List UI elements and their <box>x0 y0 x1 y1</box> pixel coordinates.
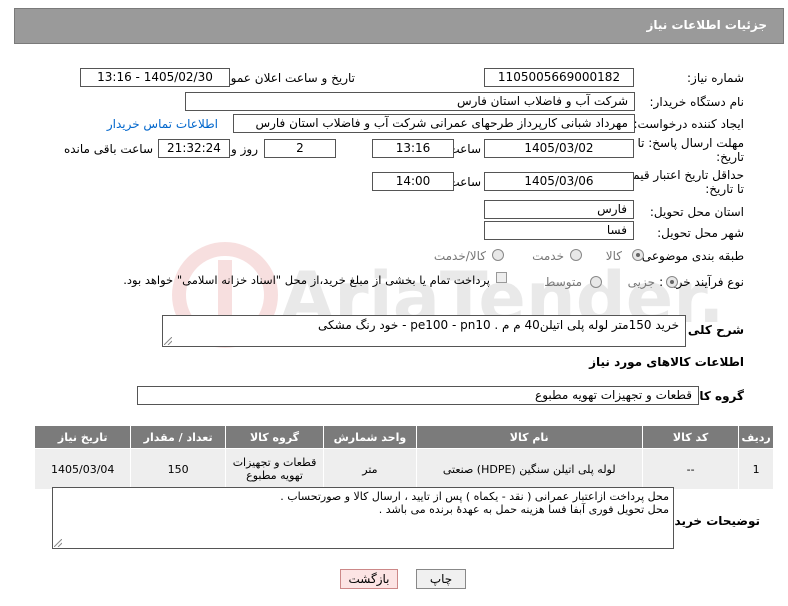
print-button[interactable]: چاپ <box>416 569 466 589</box>
province-field: فارس <box>484 200 634 219</box>
creator-field: مهرداد شبانی کارپرداز طرحهای عمرانی شرکت… <box>233 114 635 133</box>
description-field: خرید 150متر لوله پلی اتیلن40 م م . pe100… <box>162 315 686 347</box>
col-date: تاریخ نیاز <box>33 425 132 449</box>
cell-row: 1 <box>738 448 774 490</box>
process-option-minor: جزیی <box>627 275 655 289</box>
validity-time-field: 14:00 <box>372 172 454 191</box>
col-code: کد کالا <box>641 425 740 449</box>
cell-date: 1405/03/04 <box>33 448 132 490</box>
category-option-goods: کالا <box>605 249 622 263</box>
remaining-time-field: 21:32:24 <box>158 139 230 158</box>
category-radio-goods[interactable] <box>632 249 644 261</box>
notes-resize-grip-icon[interactable] <box>54 539 62 547</box>
treasury-checkbox[interactable] <box>496 272 507 283</box>
need-number-field: 1105005669000182 <box>484 68 634 87</box>
category-option-both: کالا/خدمت <box>433 249 486 263</box>
buyer-notes-field: محل پرداخت ازاعتبار عمرانی ( نقد - یکماه… <box>52 487 674 549</box>
deadline-label-date: تاریخ: <box>716 150 744 164</box>
cell-unit: متر <box>323 448 417 490</box>
days-field: 2 <box>264 139 336 158</box>
category-radio-service[interactable] <box>570 249 582 261</box>
process-radio-medium[interactable] <box>590 276 602 288</box>
cell-code: -- <box>641 448 740 490</box>
goods-group-field: قطعات و تجهیزات تهویه مطبوع <box>137 386 699 405</box>
deadline-time-field: 13:16 <box>372 139 454 158</box>
cell-qty: 150 <box>130 448 226 490</box>
col-unit: واحد شمارش <box>323 425 417 449</box>
deadline-label: مهلت ارسال پاسخ: تا <box>637 136 744 150</box>
goods-section-title: اطلاعات کالاهای مورد نیاز <box>589 355 744 369</box>
payment-note: پرداخت تمام یا بخشی از مبلغ خرید،از محل … <box>123 273 490 287</box>
deadline-date-field: 1405/03/02 <box>484 139 634 158</box>
remaining-label: ساعت باقی مانده <box>63 142 153 156</box>
buyer-org-label: نام دستگاه خریدار: <box>649 95 745 109</box>
cell-name: لوله پلی اتیلن سنگین (HDPE) صنعتی <box>415 448 643 490</box>
category-radio-both[interactable] <box>492 249 504 261</box>
col-qty: تعداد / مقدار <box>130 425 226 449</box>
contact-info-link[interactable]: اطلاعات تماس خریدار <box>107 117 218 131</box>
buyer-notes-line-1: محل پرداخت ازاعتبار عمرانی ( نقد - یکماه… <box>280 490 669 503</box>
col-group: گروه کالا <box>224 425 325 449</box>
validity-date-field: 1405/03/06 <box>484 172 634 191</box>
category-option-service: خدمت <box>532 249 564 263</box>
days-label: روز و <box>231 142 258 156</box>
col-name: نام کالا <box>415 425 643 449</box>
cell-group: قطعات و تجهیزات تهویه مطبوع <box>224 448 325 490</box>
category-label: طبقه بندی موضوعی: <box>637 249 744 263</box>
process-radio-minor[interactable] <box>666 276 678 288</box>
process-option-medium: متوسط <box>544 275 582 289</box>
announce-label: تاریخ و ساعت اعلان عمومی: <box>210 71 355 85</box>
col-row: ردیف <box>738 425 774 449</box>
province-label: استان محل تحویل: <box>649 205 744 219</box>
table-row: 1 -- لوله پلی اتیلن سنگین (HDPE) صنعتی م… <box>33 448 774 490</box>
page-title: جزئیات اطلاعات نیاز <box>646 18 767 32</box>
validity-label: حداقل تاریخ اعتبار قیمت: <box>617 168 744 182</box>
resize-grip-icon[interactable] <box>164 337 172 345</box>
goods-table: ردیف کد کالا نام کالا واحد شمارش گروه کا… <box>33 425 774 490</box>
buyer-org-field: شرکت آب و فاضلاب استان فارس <box>185 92 635 111</box>
validity-label-date: تا تاریخ: <box>705 182 744 196</box>
city-label: شهر محل تحویل: <box>657 226 744 240</box>
back-button[interactable]: بازگشت <box>340 569 398 589</box>
goods-table-header: ردیف کد کالا نام کالا واحد شمارش گروه کا… <box>33 425 774 449</box>
announce-field: 1405/02/30 - 13:16 <box>80 68 230 87</box>
header-bar: جزئیات اطلاعات نیاز <box>14 8 784 44</box>
city-field: فسا <box>484 221 634 240</box>
creator-label: ایجاد کننده درخواست: <box>633 117 744 131</box>
need-number-label: شماره نیاز: <box>687 71 744 85</box>
buyer-notes-line-2: محل تحویل فوری آبفا فسا هزینه حمل به عهد… <box>378 503 669 516</box>
